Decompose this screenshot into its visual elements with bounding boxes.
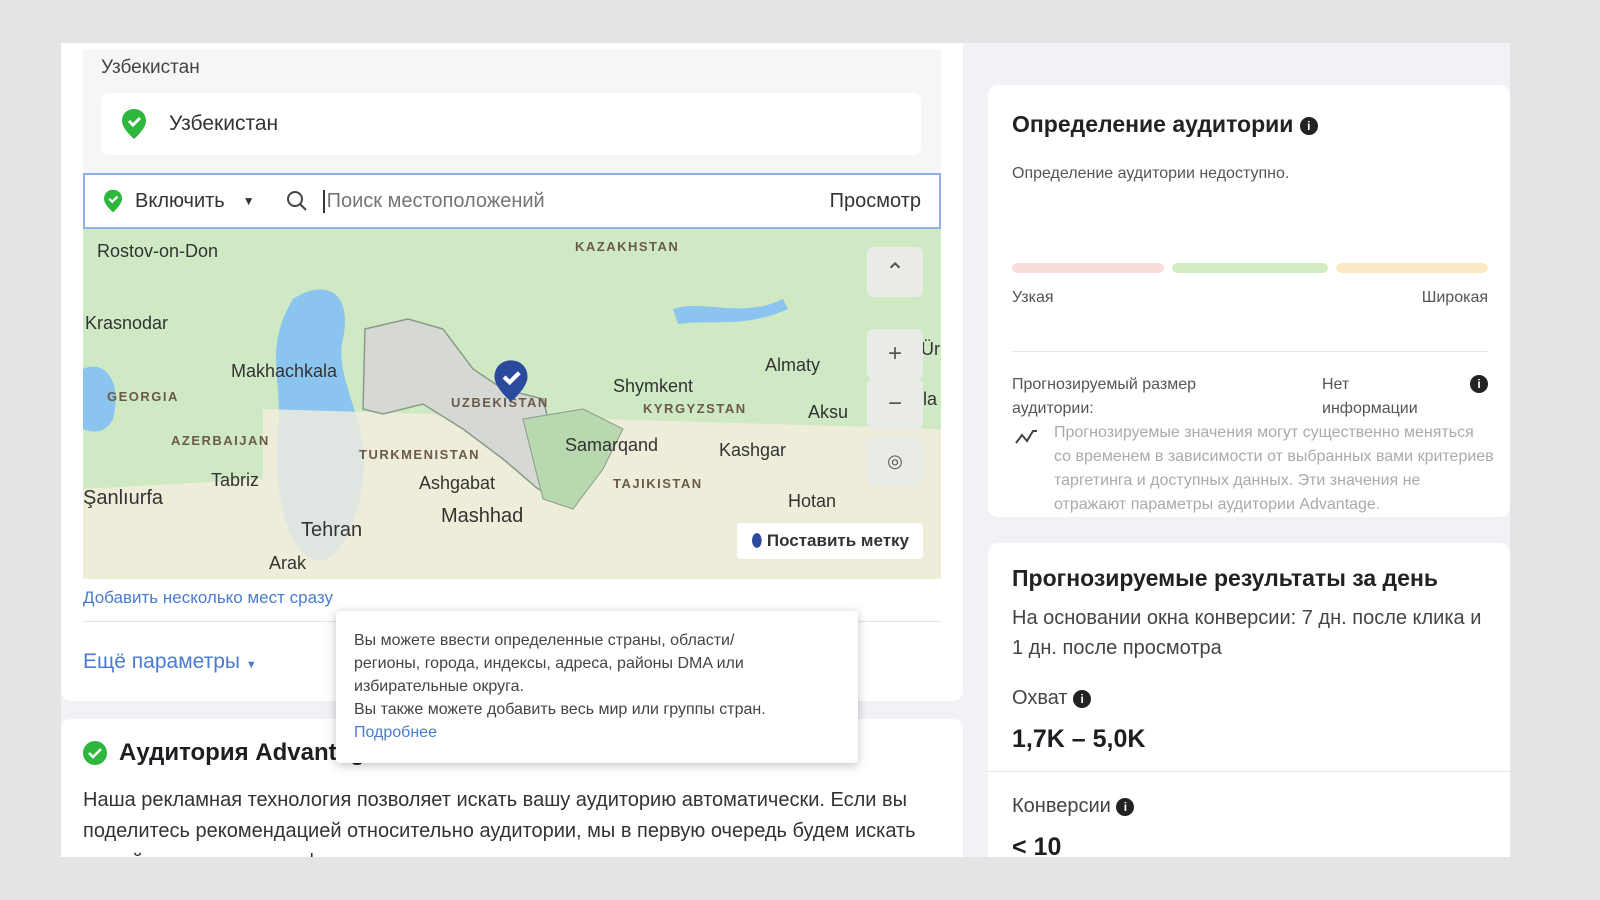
location-group-label: Узбекистан bbox=[101, 57, 200, 78]
location-pin-icon bbox=[104, 189, 122, 213]
country-label: KAZAKHSTAN bbox=[575, 239, 680, 254]
tooltip-text: Вы можете ввести определенные страны, об… bbox=[354, 632, 735, 649]
map-label: Makhachkala bbox=[231, 361, 338, 381]
country-label: TAJIKISTAN bbox=[613, 476, 703, 491]
chevron-down-icon: ▼ bbox=[242, 194, 255, 208]
include-dropdown[interactable]: Включить ▼ bbox=[135, 190, 255, 213]
map-label: Kashgar bbox=[719, 440, 787, 460]
balkhash-lake bbox=[673, 299, 788, 324]
zoom-in-button[interactable]: + bbox=[867, 329, 923, 379]
tooltip-text: Вы также можете добавить весь мир или гр… bbox=[354, 701, 766, 718]
trend-icon bbox=[1015, 430, 1037, 444]
selected-location[interactable]: Узбекистан bbox=[101, 93, 921, 155]
location-search-bar: Включить ▼ Просмотр bbox=[83, 173, 941, 229]
info-icon[interactable]: i bbox=[1073, 689, 1092, 708]
results-subtitle: На основании окна конверсии: 7 дн. после… bbox=[1012, 607, 1482, 659]
map-label: Hotan bbox=[788, 491, 837, 511]
check-circle-icon bbox=[83, 741, 107, 765]
country-label: TURKMENISTAN bbox=[359, 447, 481, 462]
estimate-note: Прогнозируемые значения могут существенн… bbox=[1054, 424, 1494, 513]
map-label: Shymkent bbox=[613, 376, 694, 396]
selected-location-marker-icon bbox=[494, 360, 528, 402]
zoom-out-button[interactable]: − bbox=[867, 379, 923, 429]
audience-definition-title: Определение аудитории bbox=[1012, 111, 1294, 137]
country-label: KYRGYZSTAN bbox=[643, 401, 747, 416]
collapse-map-button[interactable]: ⌃ bbox=[867, 247, 923, 297]
conversions-value: < 10 bbox=[1012, 833, 1062, 857]
reach-value: 1,7K – 5,0K bbox=[1012, 725, 1146, 753]
estimated-results-card: Прогнозируемые результаты за день На осн… bbox=[988, 543, 1510, 857]
divider bbox=[1012, 351, 1488, 352]
gauge-broad bbox=[1336, 263, 1488, 273]
gauge-good bbox=[1172, 263, 1328, 273]
size-label: Прогнозируемый размер аудитории: bbox=[1012, 376, 1197, 417]
unavailable-text: Определение аудитории недоступно. bbox=[1012, 165, 1290, 182]
info-icon[interactable]: i bbox=[1470, 375, 1488, 393]
divider bbox=[988, 771, 1510, 772]
view-button[interactable]: Просмотр bbox=[830, 190, 921, 213]
map[interactable]: Rostov-on-Don Krasnodar Makhachkala Alma… bbox=[83, 229, 941, 579]
more-parameters-label: Ещё параметры bbox=[83, 650, 241, 673]
results-title: Прогнозируемые результаты за день bbox=[1012, 565, 1438, 591]
map-label: Tehran bbox=[301, 519, 363, 541]
more-parameters-button[interactable]: Ещё параметры ▼ bbox=[83, 650, 257, 674]
broad-label: Широкая bbox=[1421, 289, 1488, 306]
map-label: Krasnodar bbox=[85, 313, 169, 333]
info-icon[interactable]: i bbox=[1116, 797, 1135, 816]
info-icon[interactable]: i bbox=[1299, 116, 1318, 135]
map-label: Mashhad bbox=[441, 505, 524, 527]
chevron-down-icon: ▼ bbox=[245, 659, 257, 671]
learn-more-link[interactable]: Подробнее bbox=[354, 721, 840, 744]
selected-location-label: Узбекистан bbox=[169, 112, 279, 135]
map-label: Rostov-on-Don bbox=[97, 241, 219, 261]
conversions-label: Конверсии bbox=[1012, 795, 1111, 817]
gauge-narrow bbox=[1012, 263, 1164, 273]
search-icon bbox=[286, 191, 307, 211]
map-label: Ür bbox=[921, 339, 940, 359]
chevron-up-icon: ⌃ bbox=[884, 258, 906, 286]
pin-icon: ⬮ bbox=[751, 531, 763, 550]
map-label: Şanlıurfa bbox=[83, 487, 164, 509]
drop-pin-button[interactable]: ⬮ Поставить метку bbox=[737, 523, 923, 559]
map-label: Almaty bbox=[765, 355, 821, 375]
locate-icon: ◎ bbox=[887, 450, 903, 471]
country-label: GEORGIA bbox=[107, 389, 179, 404]
location-pin-icon bbox=[122, 109, 146, 139]
reach-label: Охват bbox=[1012, 687, 1068, 709]
country-label: AZERBAIJAN bbox=[171, 433, 270, 448]
narrow-label: Узкая bbox=[1012, 289, 1054, 306]
map-label: Aksu bbox=[808, 402, 849, 422]
advantage-description: Наша рекламная технология позволяет иска… bbox=[83, 789, 916, 857]
tooltip-text: регионы, города, индексы, адреса, районы… bbox=[354, 655, 744, 672]
add-multiple-locations-link[interactable]: Добавить несколько мест сразу bbox=[83, 588, 333, 608]
page-frame: Узбекистан Узбекистан Включить ▼ Просмотр… bbox=[61, 43, 1510, 857]
map-label: Samarqand bbox=[565, 435, 659, 455]
drop-pin-label: Поставить метку bbox=[766, 531, 909, 550]
locate-button[interactable]: ◎ bbox=[867, 437, 923, 485]
audience-definition-card: Определение аудитории i Определение ауди… bbox=[988, 85, 1510, 517]
tooltip-text: избирательные округа. bbox=[354, 678, 524, 695]
size-value: Нет информации bbox=[1322, 376, 1418, 417]
location-card: Узбекистан Узбекистан Включить ▼ Просмотр… bbox=[61, 43, 963, 701]
include-label: Включить bbox=[135, 189, 225, 212]
map-label: Tabriz bbox=[211, 470, 260, 490]
location-search-input[interactable] bbox=[322, 189, 830, 213]
map-label: Arak bbox=[269, 553, 307, 573]
location-tooltip: Вы можете ввести определенные страны, об… bbox=[336, 611, 858, 763]
map-label: Ashgabat bbox=[419, 473, 496, 493]
